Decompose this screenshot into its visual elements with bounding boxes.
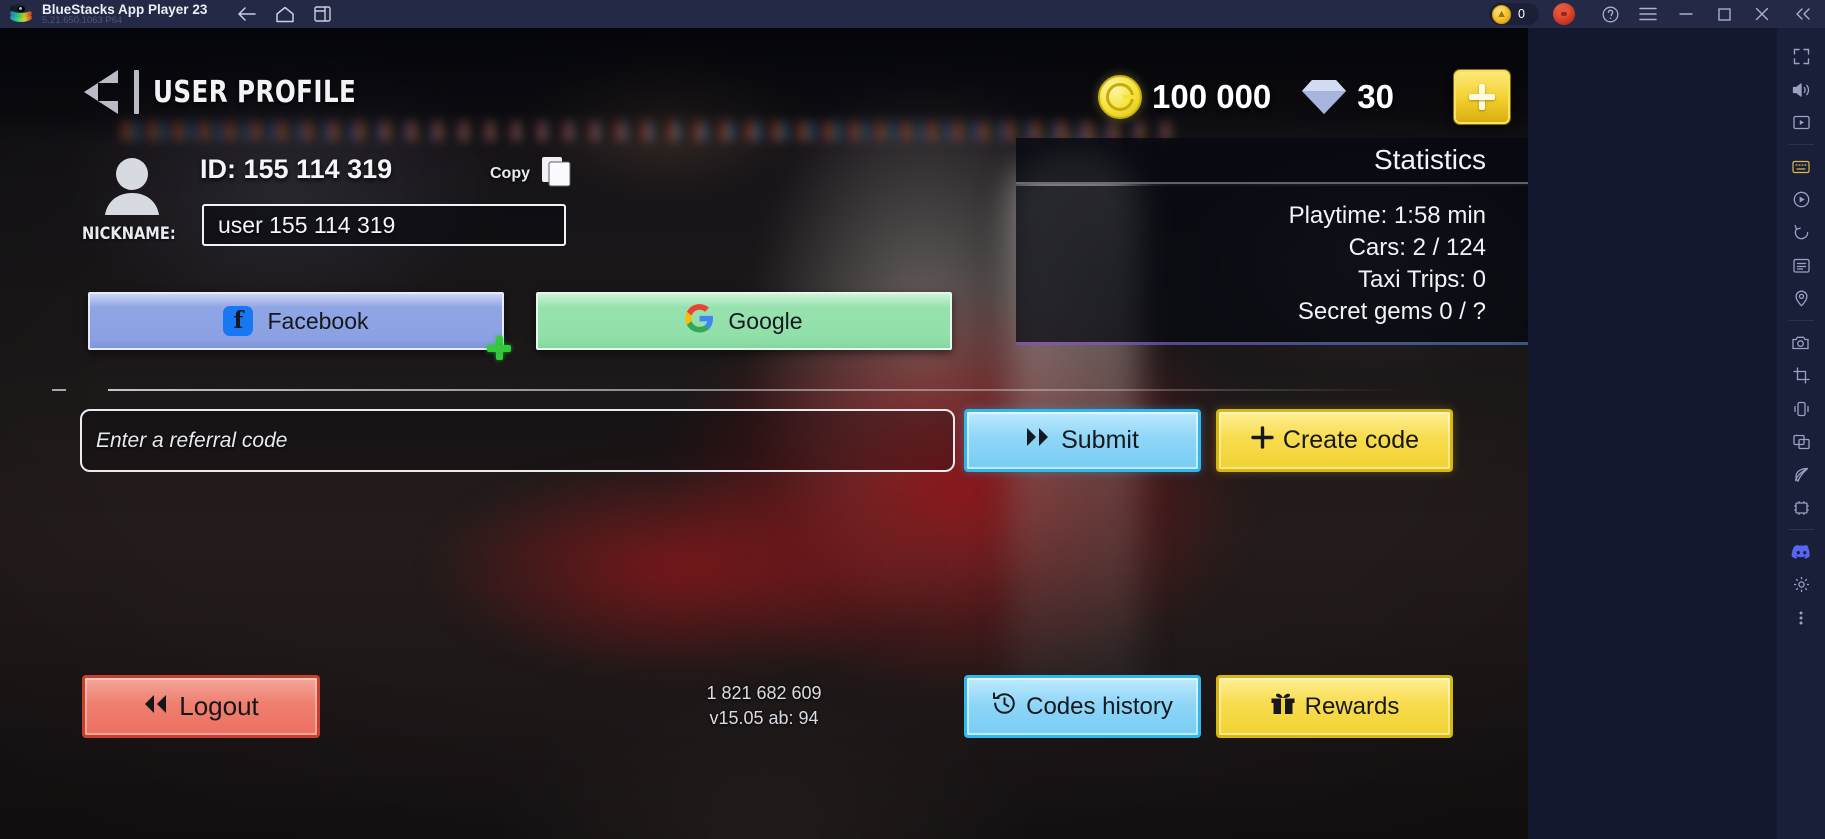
bluestacks-logo-icon [10, 3, 32, 25]
statistics-title: Statistics [1373, 144, 1486, 175]
add-currency-button[interactable] [1454, 70, 1510, 124]
coins-value: 100 000 [1151, 78, 1272, 115]
back-button[interactable]: USER PROFILE [80, 68, 401, 116]
nickname-input[interactable]: user 155 114 319 [202, 204, 566, 246]
window-nav-controls [237, 6, 332, 23]
statistics-accent-bar [1016, 342, 1528, 345]
plus-icon [1469, 84, 1495, 110]
statistics-header: Statistics [1016, 138, 1528, 184]
copy-label: Copy [490, 164, 530, 182]
green-plus-icon [487, 336, 511, 360]
volume-icon[interactable] [1777, 73, 1825, 106]
help-circle-icon[interactable] [1591, 0, 1629, 28]
stat-secret-gems: Secret gems 0 / ? [1297, 298, 1486, 325]
user-id-text: ID: 155 114 319 [200, 154, 393, 184]
codes-history-button[interactable]: Codes history [964, 675, 1201, 738]
submit-label: Submit [1061, 426, 1139, 454]
divider-dash [52, 389, 66, 391]
close-icon[interactable] [1743, 0, 1781, 28]
sidebar-tool-rail [1777, 28, 1825, 839]
eco-mode-icon[interactable] [1777, 458, 1825, 491]
points-value: 0 [1518, 7, 1525, 21]
discord-icon[interactable] [1777, 535, 1825, 568]
media-icon[interactable] [1777, 106, 1825, 139]
codes-history-label: Codes history [1026, 692, 1173, 720]
gift-icon [1270, 691, 1296, 722]
home-icon[interactable] [276, 6, 295, 23]
back-triangle-icon [80, 68, 120, 116]
titlebar-right-controls: ▲ 0 [1489, 0, 1825, 28]
create-code-label: Create code [1282, 426, 1420, 454]
nickname-label: NICKNAME: [82, 224, 176, 244]
section-divider [108, 389, 1408, 391]
minimize-icon[interactable] [1667, 0, 1705, 28]
macro-icon[interactable] [1777, 249, 1825, 282]
plus-icon [1250, 425, 1275, 457]
double-chevron-left-icon[interactable] [1781, 0, 1825, 28]
settings-gear-icon[interactable] [1777, 568, 1825, 601]
trim-memory-icon[interactable] [1777, 491, 1825, 524]
rewards-label: Rewards [1304, 692, 1400, 720]
right-sidebar [1528, 28, 1825, 839]
hamburger-menu-icon[interactable] [1629, 0, 1667, 28]
gems-value: 30 [1357, 78, 1394, 115]
window-titlebar: BlueStacks App Player 23 5.21.650.1063 P… [0, 0, 1825, 28]
game-header: USER PROFILE 100 000 30 [0, 28, 1528, 136]
rotate-icon[interactable] [1777, 216, 1825, 249]
screenshot-icon[interactable] [1777, 326, 1825, 359]
google-icon [685, 303, 714, 339]
window-version: 5.21.650.1063 P64 [42, 14, 123, 26]
facebook-label: Facebook [267, 307, 369, 334]
record-screen-icon[interactable] [1777, 183, 1825, 216]
stat-taxi-trips: Taxi Trips: 0 [1357, 266, 1486, 293]
title-separator [134, 70, 139, 114]
gems-display[interactable]: 30 [1301, 78, 1394, 116]
location-icon[interactable] [1777, 282, 1825, 315]
piggy-bank-icon[interactable] [1553, 3, 1575, 25]
fullscreen-icon[interactable] [1777, 40, 1825, 73]
coin-icon: ▲ [1492, 4, 1512, 24]
copy-pages-icon [540, 154, 574, 193]
logout-label: Logout [179, 691, 259, 721]
keymapping-icon[interactable] [1777, 150, 1825, 183]
referral-placeholder: Enter a referral code [96, 428, 288, 452]
nickname-value: user 155 114 319 [218, 211, 396, 238]
google-label: Google [728, 307, 803, 334]
diamond-gem-icon [1301, 78, 1347, 116]
logout-button[interactable]: Logout [82, 675, 320, 738]
more-options-icon[interactable] [1777, 601, 1825, 634]
copy-id-button[interactable]: Copy [490, 154, 574, 193]
multi-window-icon[interactable] [1777, 425, 1825, 458]
currency-row: 100 000 30 [1097, 70, 1510, 124]
create-code-button[interactable]: Create code [1216, 409, 1453, 472]
facebook-icon: f [223, 306, 254, 336]
back-arrow-icon[interactable] [237, 6, 257, 22]
google-login-button[interactable]: Google [536, 292, 952, 350]
shake-icon[interactable] [1777, 392, 1825, 425]
submit-button[interactable]: Submit [964, 409, 1201, 472]
maximize-icon[interactable] [1705, 0, 1743, 28]
stat-cars: Cars: 2 / 124 [1348, 234, 1486, 261]
gold-coin-icon [1097, 75, 1142, 119]
double-chevron-left-icon [143, 691, 169, 722]
statistics-body: Playtime: 1:58 min Cars: 2 / 124 Taxi Tr… [1016, 186, 1528, 342]
coins-display[interactable]: 100 000 [1097, 75, 1272, 119]
stat-playtime: Playtime: 1:58 min [1288, 202, 1486, 229]
history-clock-icon [992, 691, 1017, 723]
rewards-button[interactable]: Rewards [1216, 675, 1453, 738]
facebook-login-button[interactable]: f Facebook [88, 292, 504, 350]
user-avatar-icon [100, 156, 164, 218]
points-pill[interactable]: ▲ 0 [1489, 3, 1539, 25]
double-chevron-right-icon [1026, 426, 1053, 455]
multi-instance-icon[interactable] [314, 6, 332, 22]
game-viewport[interactable]: USER PROFILE 100 000 30 NICKNAME: ID: 15… [0, 28, 1528, 839]
page-title: USER PROFILE [153, 74, 357, 110]
social-login-row: f Facebook Google [88, 292, 952, 350]
crop-icon[interactable] [1777, 359, 1825, 392]
referral-code-input[interactable]: Enter a referral code [80, 409, 955, 472]
